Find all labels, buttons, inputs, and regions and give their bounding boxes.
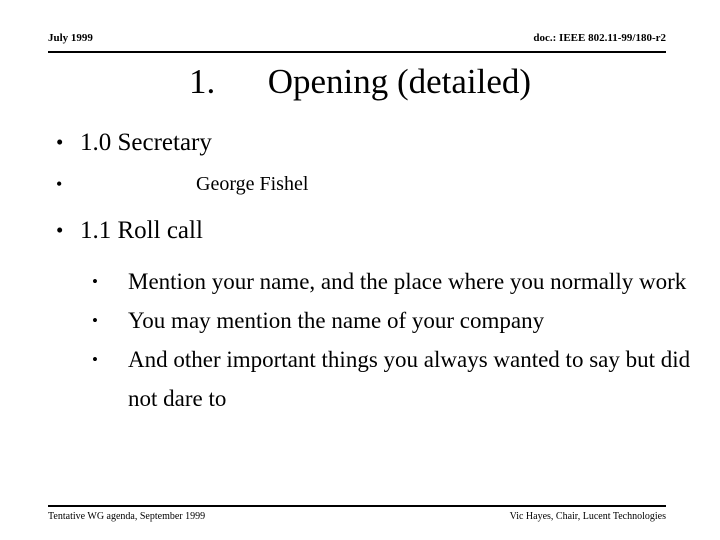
- slide-header: July 1999 doc.: IEEE 802.11-99/180-r2: [48, 31, 666, 53]
- bullet-icon: •: [92, 311, 98, 330]
- list-item: • 1.0 Secretary: [48, 126, 693, 169]
- list-item: • 1.1 Roll call: [48, 214, 693, 257]
- list-item: • You may mention the name of your compa…: [48, 301, 693, 340]
- slide-body: • 1.0 Secretary • George Fishel • 1.1 Ro…: [48, 126, 693, 418]
- list-item-label: You may mention the name of your company: [128, 308, 545, 333]
- page-title: 1. Opening (detailed): [188, 62, 532, 101]
- footer-agenda-label: Tentative WG agenda, September 1999: [48, 511, 206, 522]
- bullet-icon: •: [92, 272, 98, 291]
- header-date: July 1999: [48, 32, 93, 44]
- slide: July 1999 doc.: IEEE 802.11-99/180-r2 1.…: [0, 0, 720, 540]
- bullet-icon: •: [92, 350, 98, 369]
- bullet-icon: •: [56, 218, 64, 242]
- list-item-label: 1.1 Roll call: [80, 217, 203, 244]
- footer-author-label: Vic Hayes, Chair, Lucent Technologies: [509, 511, 666, 522]
- list-item: • George Fishel: [48, 169, 693, 214]
- list-item: • And other important things you always …: [48, 340, 693, 418]
- list-item-label: And other important things you always wa…: [128, 347, 691, 411]
- list-item-label: George Fishel: [196, 173, 309, 195]
- list-item-label: 1.0 Secretary: [80, 129, 212, 156]
- list-item: • Mention your name, and the place where…: [48, 262, 693, 301]
- bullet-icon: •: [56, 174, 63, 194]
- bullet-icon: •: [56, 130, 64, 154]
- slide-title: 1. Opening (detailed): [60, 60, 660, 104]
- slide-footer: Tentative WG agenda, September 1999 Vic …: [48, 505, 666, 525]
- sub-list: • Mention your name, and the place where…: [48, 262, 693, 418]
- list-item-label: Mention your name, and the place where y…: [128, 269, 687, 294]
- header-document-number: doc.: IEEE 802.11-99/180-r2: [533, 32, 666, 44]
